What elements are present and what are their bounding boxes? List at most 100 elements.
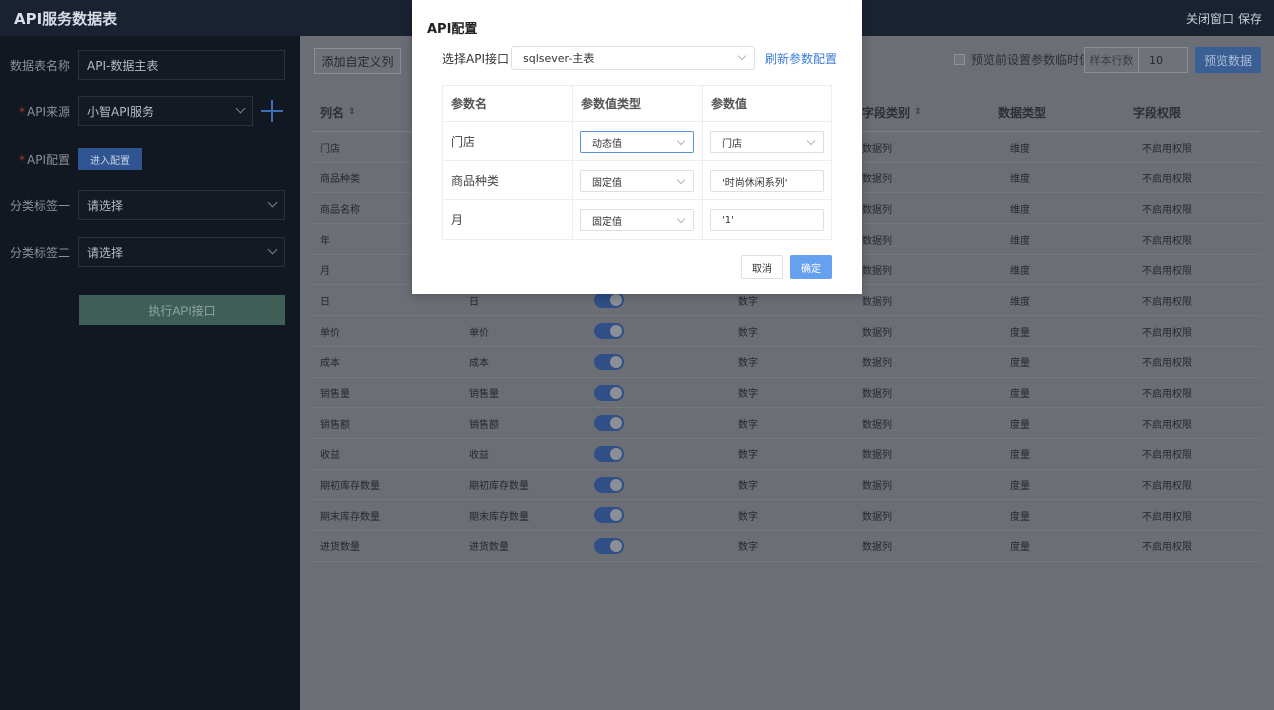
chevron-down-icon bbox=[267, 197, 278, 208]
cell-field-category: 数据列 bbox=[862, 542, 892, 554]
enable-toggle[interactable] bbox=[594, 384, 624, 401]
page-title: API服务数据表 bbox=[14, 9, 118, 28]
cell-alias: 期末库存数量 bbox=[469, 511, 529, 523]
param-table-body: 门店 动态值 门店 商品种类 固定值 '时尚休闲系列' 月固定值 '1' bbox=[443, 122, 831, 239]
confirm-button[interactable]: 确定 bbox=[790, 255, 832, 279]
preview-param-checkbox-group[interactable]: 预览前设置参数临时值 bbox=[954, 51, 1091, 68]
sort-icon[interactable]: ⇕ bbox=[348, 107, 356, 117]
param-type-cell: 固定值 bbox=[573, 200, 703, 239]
tag1-select[interactable]: 请选择 bbox=[78, 190, 285, 220]
cell-column-name: 进货数量 bbox=[320, 542, 360, 554]
cell-field-category: 数据列 bbox=[862, 511, 892, 523]
sample-rows-input[interactable]: 10 bbox=[1139, 48, 1187, 72]
cell-permission: 不启用权限 bbox=[1142, 235, 1192, 247]
cell-data-type: 度量 bbox=[1010, 542, 1030, 554]
cell-field-category: 数据列 bbox=[862, 204, 892, 216]
cell-field-category: 数据列 bbox=[862, 389, 892, 400]
enable-toggle[interactable] bbox=[594, 507, 624, 524]
execute-api-button[interactable]: 执行API接口 bbox=[79, 295, 285, 325]
param-type-select[interactable]: 固定值 bbox=[580, 209, 694, 231]
param-value-cell: 门店 bbox=[703, 122, 833, 160]
tag2-row: 分类标签二 请选择 bbox=[0, 237, 300, 267]
cell-column-name: 月 bbox=[320, 266, 330, 278]
param-value-cell: '时尚休闲系列' bbox=[703, 161, 833, 199]
param-row: 月 固定值 '1' bbox=[443, 200, 831, 239]
cell-data-type: 维度 bbox=[1010, 143, 1030, 155]
cell-permission: 不启用权限 bbox=[1142, 204, 1192, 216]
cell-type: 数字 bbox=[738, 481, 758, 493]
enable-toggle[interactable] bbox=[594, 537, 624, 554]
preview-data-button[interactable]: 预览数据 bbox=[1195, 47, 1261, 73]
cell-field-category: 数据列 bbox=[862, 143, 892, 155]
tag1-row: 分类标签一 请选择 bbox=[0, 190, 300, 220]
cell-field-category: 数据列 bbox=[862, 266, 892, 278]
cell-column-name: 销售量 bbox=[320, 389, 350, 400]
cell-data-type: 维度 bbox=[1010, 204, 1030, 216]
col-header-category[interactable]: 字段类别 ⇕ bbox=[862, 92, 922, 132]
param-value-input[interactable]: '时尚休闲系列' bbox=[710, 170, 824, 192]
cell-alias: 期初库存数量 bbox=[469, 481, 529, 493]
cell-column-name: 期初库存数量 bbox=[320, 481, 380, 493]
param-table-header: 参数名 参数值类型 参数值 bbox=[443, 86, 831, 122]
chevron-down-icon bbox=[267, 244, 278, 255]
tag2-select[interactable]: 请选择 bbox=[78, 237, 285, 267]
cell-permission: 不启用权限 bbox=[1142, 419, 1192, 431]
tag2-value: 请选择 bbox=[87, 245, 124, 260]
cell-type: 数字 bbox=[738, 389, 758, 400]
required-mark: * bbox=[19, 104, 25, 119]
param-header-name: 参数名 bbox=[443, 86, 573, 121]
chevron-down-icon bbox=[235, 103, 246, 114]
save-button[interactable]: 保存 bbox=[1238, 10, 1262, 27]
param-value-select[interactable]: 门店 bbox=[710, 131, 824, 153]
add-api-source-icon[interactable] bbox=[261, 100, 283, 122]
table-row: 进货数量 进货数量 数字 数据列 度量 不启用权限 bbox=[312, 531, 1262, 562]
refresh-params-link[interactable]: 刷新参数配置 bbox=[765, 50, 837, 67]
enable-toggle[interactable] bbox=[594, 415, 624, 432]
cell-alias: 进货数量 bbox=[469, 542, 509, 554]
chevron-down-icon bbox=[676, 175, 686, 185]
cancel-button[interactable]: 取消 bbox=[741, 255, 783, 279]
cell-data-type: 度量 bbox=[1010, 450, 1030, 462]
add-custom-column-button[interactable]: 添加自定义列 bbox=[314, 48, 401, 74]
param-type-select[interactable]: 固定值 bbox=[580, 170, 694, 192]
cell-data-type: 度量 bbox=[1010, 481, 1030, 493]
cell-permission: 不启用权限 bbox=[1142, 511, 1192, 523]
table-name-input[interactable]: API-数据主表 bbox=[78, 50, 285, 80]
api-source-select[interactable]: 小智API服务 bbox=[78, 96, 253, 126]
enable-toggle[interactable] bbox=[594, 476, 624, 493]
enable-toggle[interactable] bbox=[594, 292, 624, 309]
col-header-name[interactable]: 列名 ⇕ bbox=[320, 92, 356, 132]
cell-data-type: 维度 bbox=[1010, 266, 1030, 278]
tag1-label: 分类标签一 bbox=[9, 198, 70, 213]
param-type-select[interactable]: 动态值 bbox=[580, 131, 694, 153]
cell-permission: 不启用权限 bbox=[1142, 450, 1192, 462]
enable-toggle[interactable] bbox=[594, 353, 624, 370]
required-mark: * bbox=[19, 152, 25, 167]
enable-toggle[interactable] bbox=[594, 323, 624, 340]
param-value-input[interactable]: '1' bbox=[710, 209, 824, 231]
cell-field-category: 数据列 bbox=[862, 358, 892, 370]
cell-data-type: 维度 bbox=[1010, 296, 1030, 308]
cell-column-name: 期末库存数量 bbox=[320, 511, 380, 523]
cell-data-type: 维度 bbox=[1010, 235, 1030, 247]
cell-permission: 不启用权限 bbox=[1142, 296, 1192, 308]
tag1-value: 请选择 bbox=[87, 198, 124, 213]
close-window-button[interactable]: 关闭窗口 bbox=[1186, 10, 1234, 27]
table-row: 销售额 销售额 数字 数据列 度量 不启用权限 bbox=[312, 408, 1262, 439]
cell-permission: 不启用权限 bbox=[1142, 481, 1192, 493]
api-source-value: 小智API服务 bbox=[87, 104, 154, 119]
cell-permission: 不启用权限 bbox=[1142, 358, 1192, 370]
enter-config-button[interactable]: 进入配置 bbox=[78, 148, 142, 170]
cell-data-type: 度量 bbox=[1010, 419, 1030, 431]
param-value: 门店 bbox=[722, 138, 742, 150]
cell-alias: 收益 bbox=[469, 450, 489, 462]
header-actions: 关闭窗口 保存 bbox=[1186, 10, 1262, 27]
cell-field-category: 数据列 bbox=[862, 296, 892, 308]
preview-param-checkbox[interactable] bbox=[954, 54, 965, 65]
param-name: 商品种类 bbox=[443, 161, 573, 199]
cell-data-type: 度量 bbox=[1010, 389, 1030, 400]
enable-toggle[interactable] bbox=[594, 445, 624, 462]
select-api-dropdown[interactable]: sqlsever-主表 bbox=[511, 46, 755, 70]
param-type-value: 固定值 bbox=[592, 216, 622, 228]
sort-icon[interactable]: ⇕ bbox=[914, 107, 922, 117]
